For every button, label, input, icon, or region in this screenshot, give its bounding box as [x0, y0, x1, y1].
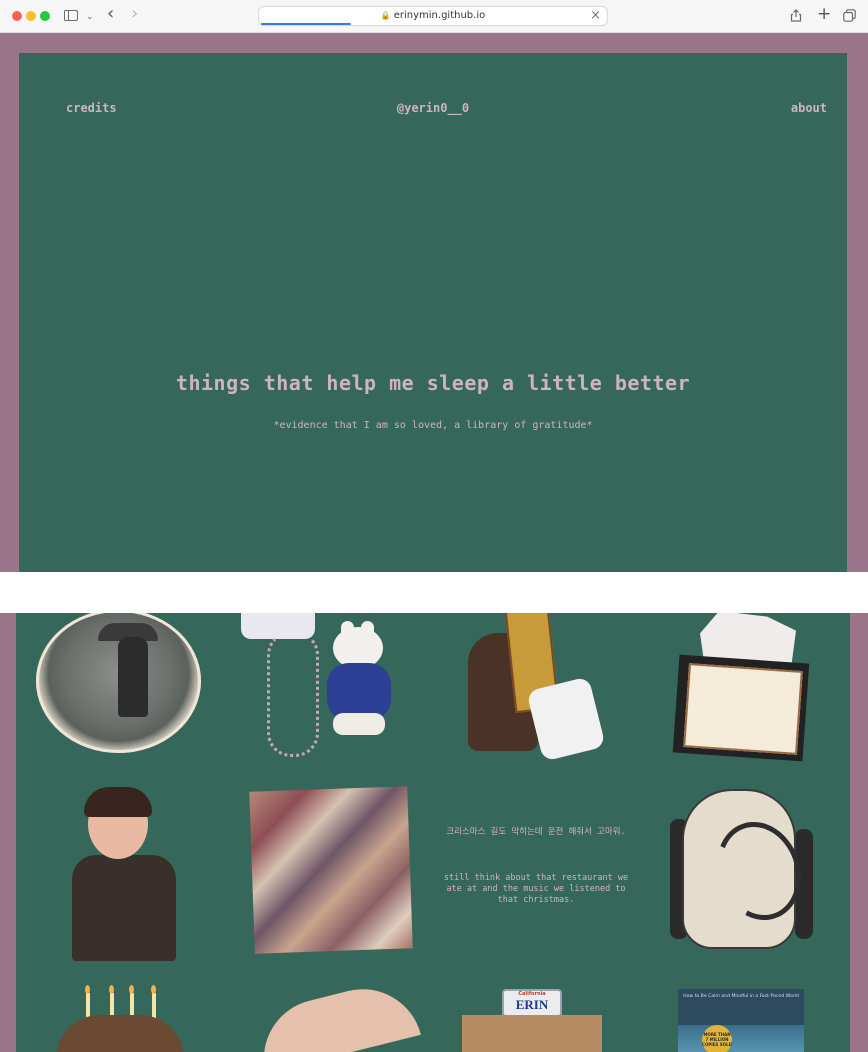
gallery-item-birthday-cake-photo[interactable] — [56, 985, 186, 1052]
url-text: erinymin.github.io — [393, 10, 486, 21]
bunny-ear-shape — [361, 621, 374, 651]
license-plate: California ERIN — [502, 989, 562, 1017]
browser-toolbar: ⌄ ‹ › 🔒 erinymin.github.io × + — [0, 0, 868, 33]
nav-handle-link[interactable]: @yerin0__0 — [19, 101, 847, 115]
gallery-item-hand-photo[interactable] — [251, 976, 421, 1052]
lock-icon: 🔒 — [380, 11, 391, 20]
gallery-note-korean: 크리스마스 길도 막히는데 운전 해줘서 고마워. — [446, 827, 626, 837]
gallery-frame: 크리스마스 길도 막히는데 운전 해줘서 고마워. still think ab… — [0, 613, 868, 1052]
book-sticker: MORE THAN 7 MILLION COPIES SOLD — [702, 1025, 732, 1052]
book-cover-water — [678, 1025, 804, 1052]
gallery-item-baby-photo[interactable] — [66, 787, 181, 961]
page-viewport: credits @yerin0__0 about things that hel… — [0, 33, 868, 1052]
gallery-item-convex-mirror-photo[interactable] — [36, 613, 201, 753]
close-window-button[interactable] — [12, 11, 22, 21]
baby-body-shape — [72, 855, 176, 961]
hand-shape — [526, 676, 606, 762]
figure-shape — [118, 637, 148, 717]
chevron-down-icon[interactable]: ⌄ — [86, 7, 94, 27]
share-icon[interactable] — [790, 9, 802, 22]
sidebar-toggle-icon[interactable] — [64, 10, 78, 21]
backpack-body-shape — [682, 789, 815, 949]
page-title: things that help me sleep a little bette… — [175, 371, 691, 395]
flame-shape — [109, 985, 114, 994]
page-subtitle: *evidence that I am so loved, a library … — [273, 420, 593, 431]
page-load-progress — [261, 23, 351, 25]
bunny-ear-shape — [341, 621, 354, 651]
gallery-grid: 크리스마스 길도 막히는데 운전 해줘서 고마워. still think ab… — [16, 613, 850, 1052]
close-icon[interactable]: × — [590, 8, 601, 23]
forward-icon[interactable]: › — [131, 4, 138, 24]
hero-section: credits @yerin0__0 about things that hel… — [19, 53, 847, 572]
plate-name: ERIN — [515, 997, 549, 1012]
zoom-window-button[interactable] — [40, 11, 50, 21]
flame-shape — [85, 985, 90, 994]
gallery-item-chocolate-box-photo[interactable] — [464, 613, 606, 762]
certificate-shape — [683, 663, 803, 755]
gallery-item-marbled-paper-photo[interactable] — [249, 786, 413, 954]
gallery-item-framed-certificate-photo[interactable] — [672, 613, 811, 762]
gallery-item-book-photo[interactable]: How to Be Calm and Mindful in a Fast-Pac… — [678, 989, 804, 1052]
new-tab-icon[interactable]: + — [817, 4, 831, 24]
cake-shape — [56, 1015, 184, 1052]
address-bar[interactable]: 🔒 erinymin.github.io × — [258, 6, 608, 26]
bunny-feet-shape — [333, 713, 385, 735]
baby-hair-shape — [84, 787, 152, 817]
bead-strap-shape — [267, 631, 319, 757]
minimize-window-button[interactable] — [26, 11, 36, 21]
gift-box-shape — [462, 1015, 602, 1052]
hero-frame: credits @yerin0__0 about things that hel… — [0, 33, 868, 572]
gallery-item-license-plate-box-photo[interactable]: California ERIN — [462, 989, 607, 1052]
gallery-item-bunny-keychain-photo[interactable] — [241, 613, 421, 758]
flame-shape — [151, 985, 156, 994]
gallery-item-backpack-photo[interactable] — [668, 789, 815, 959]
back-icon[interactable]: ‹ — [107, 4, 114, 24]
gallery-note-english: still think about that restaurant we ate… — [443, 873, 629, 905]
tab-overview-icon[interactable] — [843, 9, 856, 22]
flame-shape — [129, 985, 134, 994]
book-title: How to Be Calm and Mindful in a Fast-Pac… — [683, 994, 799, 999]
nav-about-link[interactable]: about — [791, 101, 827, 115]
